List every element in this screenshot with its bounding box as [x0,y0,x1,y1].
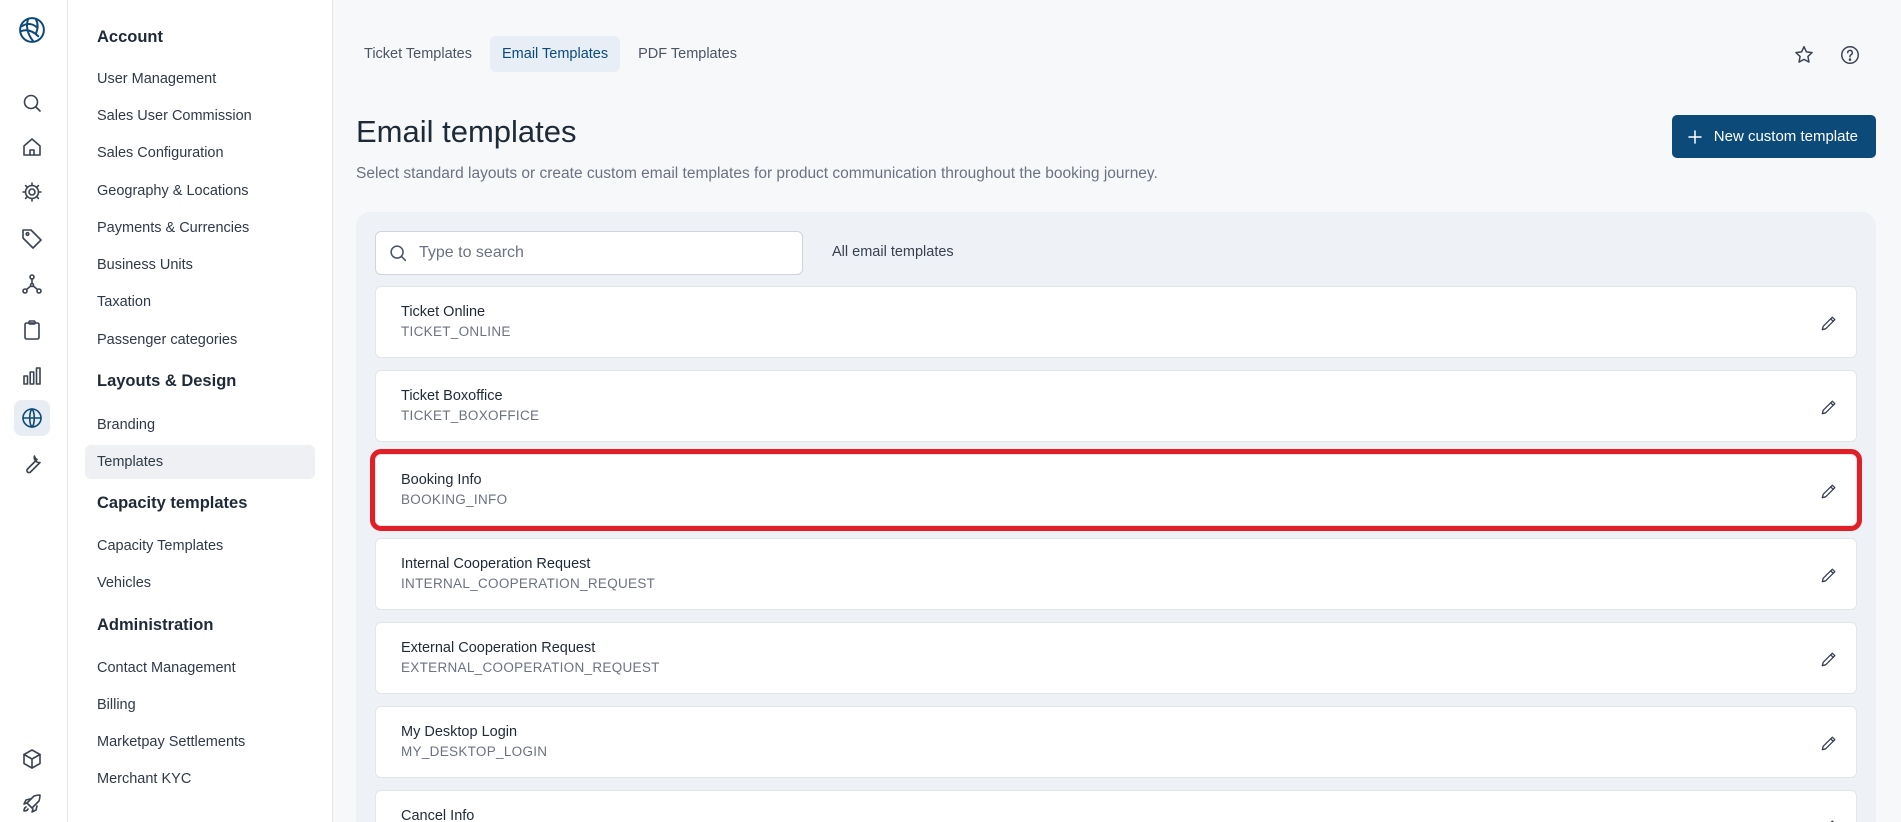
nav-section-layouts-design: Layouts & Design [97,372,237,390]
nav-item-vehicles[interactable]: Vehicles [85,566,315,600]
template-code: EXTERNAL_COOPERATION_REQUEST [401,660,660,675]
pencil-icon[interactable] [1816,814,1842,822]
nav-item-sales-user-commission[interactable]: Sales User Commission [85,99,315,133]
tab-email-templates[interactable]: Email Templates [490,36,621,72]
nav-section-capacity-templates: Capacity templates [97,494,248,512]
page-title: Email templates [356,114,577,149]
home-icon[interactable] [14,129,50,165]
tab-ticket-templates[interactable]: Ticket Templates [352,36,484,72]
template-row-ticket-online[interactable]: Ticket Online TICKET_ONLINE [375,286,1857,358]
main-content: Ticket Templates Email Templates PDF Tem… [334,0,1901,822]
nav-item-sales-configuration[interactable]: Sales Configuration [85,136,315,170]
pencil-icon[interactable] [1816,394,1842,420]
nav-item-business-units[interactable]: Business Units [85,248,315,282]
nav-item-billing[interactable]: Billing [85,688,315,722]
search-icon [390,245,407,262]
clipboard-icon[interactable] [14,312,50,348]
search-box [375,231,803,275]
bar-chart-icon[interactable] [14,358,50,394]
pencil-icon[interactable] [1816,310,1842,336]
nav-item-user-management[interactable]: User Management [85,62,315,96]
template-name: Ticket Boxoffice [401,388,503,404]
template-name: Ticket Online [401,304,486,320]
template-name: Cancel Info [401,808,475,822]
help-icon[interactable] [1837,42,1863,68]
star-icon[interactable] [1791,42,1817,68]
nav-section-administration: Administration [97,616,214,634]
network-icon[interactable] [14,266,50,302]
template-name: External Cooperation Request [401,640,596,656]
nav-item-geography-locations[interactable]: Geography & Locations [85,174,315,208]
nav-section-account: Account [97,28,163,46]
template-row-booking-info[interactable]: Booking Info BOOKING_INFO [370,449,1862,531]
wrench-icon[interactable] [14,446,50,482]
template-code: TICKET_BOXOFFICE [401,408,540,423]
icon-rail [0,0,68,822]
nav-item-merchant-kyc[interactable]: Merchant KYC [85,762,315,796]
pencil-icon[interactable] [1816,562,1842,588]
plus-icon [1688,129,1702,144]
nav-item-contact-management[interactable]: Contact Management [85,651,315,685]
package-icon[interactable] [14,741,50,777]
tag-icon[interactable] [14,220,50,256]
pencil-icon[interactable] [1816,730,1842,756]
search-input[interactable] [419,244,779,262]
template-row-cancel-info[interactable]: Cancel Info [375,790,1857,822]
page-subtitle: Select standard layouts or create custom… [356,165,1158,182]
gear-icon[interactable] [14,174,50,210]
new-custom-template-button[interactable]: New custom template [1671,115,1876,158]
template-code: MY_DESKTOP_LOGIN [401,744,548,759]
rocket-icon[interactable] [14,786,50,822]
globe-icon[interactable] [14,400,50,436]
template-row-my-desktop-login[interactable]: My Desktop Login MY_DESKTOP_LOGIN [375,706,1857,778]
template-name: Booking Info [401,472,482,488]
template-row-internal-cooperation-request[interactable]: Internal Cooperation Request INTERNAL_CO… [375,538,1857,610]
nav-item-payments-currencies[interactable]: Payments & Currencies [85,211,315,245]
nav-item-templates[interactable]: Templates [85,445,315,479]
header-actions [1791,42,1863,68]
template-code: BOOKING_INFO [401,492,508,507]
tab-pdf-templates[interactable]: PDF Templates [626,36,749,72]
filter-label: All email templates [832,244,954,260]
search-icon[interactable] [14,85,50,121]
template-row-ticket-boxoffice[interactable]: Ticket Boxoffice TICKET_BOXOFFICE [375,370,1857,442]
template-code: INTERNAL_COOPERATION_REQUEST [401,576,656,591]
templates-panel: All email templates Ticket Online TICKET… [356,212,1876,822]
nav-item-marketpay-settlements[interactable]: Marketpay Settlements [85,725,315,759]
pencil-icon[interactable] [1816,646,1842,672]
nav-item-taxation[interactable]: Taxation [85,285,315,319]
template-row-external-cooperation-request[interactable]: External Cooperation Request EXTERNAL_CO… [375,622,1857,694]
logo-icon[interactable] [14,12,50,48]
template-code: TICKET_ONLINE [401,324,511,339]
nav-item-capacity-templates[interactable]: Capacity Templates [85,529,315,563]
template-name: My Desktop Login [401,724,518,740]
pencil-icon[interactable] [1816,478,1842,504]
template-tabs: Ticket Templates Email Templates PDF Tem… [352,36,749,72]
template-name: Internal Cooperation Request [401,556,591,572]
settings-nav: Account User Management Sales User Commi… [68,0,333,822]
nav-item-passenger-categories[interactable]: Passenger categories [85,323,315,357]
nav-item-branding[interactable]: Branding [85,408,315,442]
new-custom-template-label: New custom template [1713,128,1858,145]
